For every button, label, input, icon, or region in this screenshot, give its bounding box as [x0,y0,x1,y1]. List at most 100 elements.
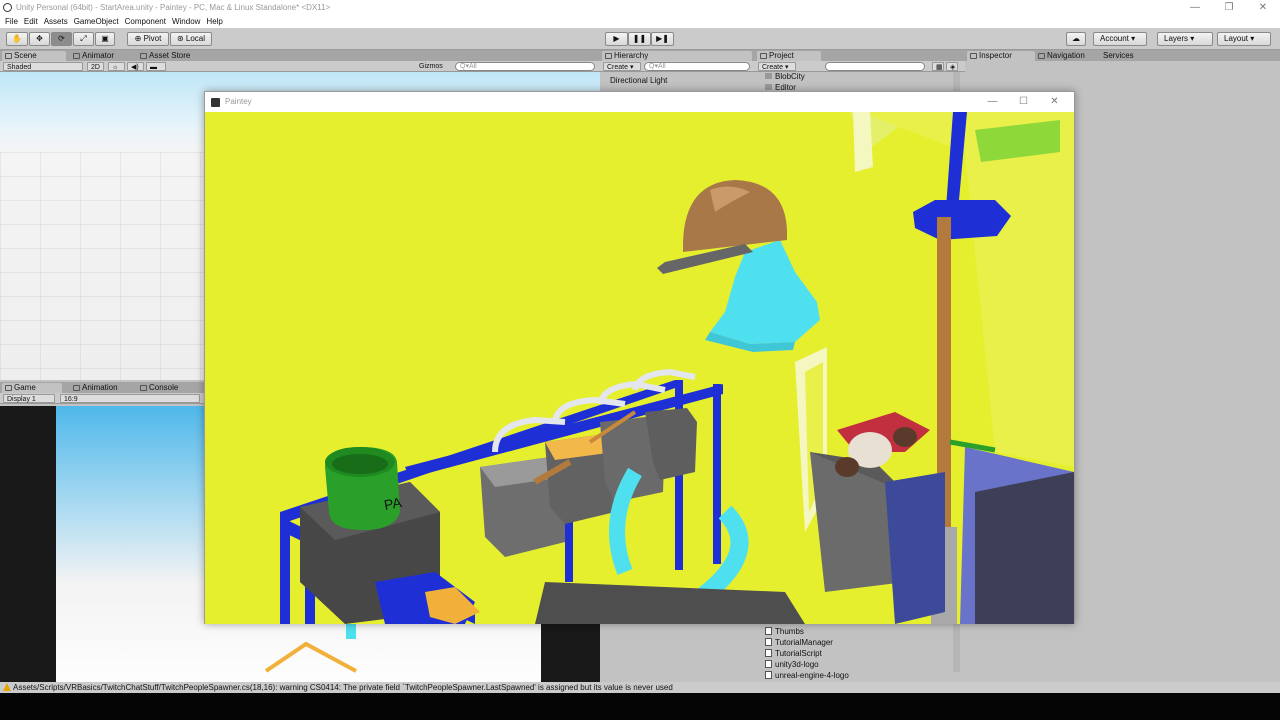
tab-asset-store[interactable]: Asset Store [137,51,207,61]
menu-window[interactable]: Window [171,15,205,28]
pivot-toggle[interactable]: ⊕ Pivot [127,32,169,46]
tab-console[interactable]: Console [137,383,197,393]
hand-icon: ✋ [12,34,22,43]
project-asset[interactable]: TutorialManager [765,638,833,647]
project-asset[interactable]: Thumbs [765,627,804,636]
player-viewport[interactable]: PA [205,112,1074,624]
animator-icon [73,53,80,59]
pause-button[interactable]: ❚❚ [628,32,651,46]
menu-bar: File Edit Assets GameObject Component Wi… [0,15,1280,28]
player-close-button[interactable]: ✕ [1039,92,1070,112]
window-title: Unity Personal (64bit) - StartArea.unity… [16,3,331,12]
image-icon: ▬ [150,64,157,71]
step-button[interactable]: ▶❚ [651,32,674,46]
can-label: PA [383,494,404,513]
maximize-button[interactable]: ❐ [1212,0,1246,15]
blue-disc [913,200,1011,240]
cloud-icon: ☁ [1072,34,1080,43]
filter-icon: ▦ [936,64,943,71]
2d-toggle[interactable]: 2D [87,62,104,71]
menu-component[interactable]: Component [124,15,171,28]
player-minimize-button[interactable]: — [977,92,1008,112]
effects-dropdown[interactable]: ▬ [146,62,166,71]
store-icon [140,53,147,59]
tab-services[interactable]: Services [1091,51,1151,61]
hierarchy-create-button[interactable]: Create ▾ [603,62,641,71]
display-dropdown[interactable]: Display 1 [3,394,55,403]
menu-file[interactable]: File [4,15,23,28]
filter-type-button[interactable]: ▦ [932,62,944,71]
project-asset[interactable]: unreal-engine-4-logo [765,671,849,680]
chevron-down-icon: ▾ [1131,34,1136,43]
hierarchy-icon [605,53,612,59]
close-button[interactable]: ✕ [1246,0,1280,15]
tab-inspector[interactable]: Inspector [967,51,1035,61]
tab-project[interactable]: Project [757,51,821,61]
tab-scene[interactable]: Scene [2,51,66,61]
pivot-icon: ⊕ [134,34,142,43]
collab-button[interactable]: ☁ [1066,32,1086,46]
file-icon [765,627,772,635]
texture-icon [765,660,772,668]
sun-icon: ☼ [112,64,119,71]
tab-animator[interactable]: Animator [70,51,134,61]
hierarchy-search-input[interactable]: Q▾All [644,62,750,71]
rotate-tool-button[interactable]: ⟳ [51,32,72,46]
prefab-icon [765,638,772,646]
pivot-label: Pivot [143,34,162,43]
hierarchy-item[interactable]: Directional Light [610,76,667,85]
folder-icon [765,84,772,90]
project-search-input[interactable] [825,62,925,71]
filter-label-button[interactable]: ◈ [946,62,958,71]
minimize-button[interactable]: — [1178,0,1212,15]
layout-dropdown[interactable]: Layout ▾ [1217,32,1271,46]
player-maximize-button[interactable]: ☐ [1008,92,1039,112]
project-folder[interactable]: BlobCity [765,72,805,81]
info-icon [970,53,977,59]
rect-tool-button[interactable]: ▣ [95,32,115,46]
aspect-dropdown[interactable]: 16:9 [60,394,200,403]
scale-tool-button[interactable]: ⤢ [73,32,94,46]
shading-mode-dropdown[interactable]: Shaded [3,62,83,71]
game-icon [5,385,12,391]
tab-hierarchy[interactable]: Hierarchy [602,51,752,61]
layers-dropdown[interactable]: Layers ▾ [1157,32,1213,46]
menu-help[interactable]: Help [205,15,227,28]
move-tool-button[interactable]: ✥ [29,32,50,46]
audio-toggle[interactable]: ◀) [127,62,144,71]
project-asset[interactable]: TutorialScript [765,649,822,658]
lighting-toggle[interactable]: ☼ [108,62,125,71]
layers-label: Layers [1164,34,1189,43]
local-toggle[interactable]: ⊛ Local [170,32,212,46]
rect-icon: ▣ [101,34,109,43]
project-create-button[interactable]: Create ▾ [758,62,796,71]
folder-icon [765,73,772,79]
warning-icon [3,683,11,691]
script-icon [765,649,772,657]
play-button[interactable]: ▶ [605,32,628,46]
tab-animation[interactable]: Animation [70,383,132,393]
vr-scene: PA [280,112,1074,624]
tab-game[interactable]: Game [2,383,62,393]
chevron-down-icon: ▾ [1250,34,1255,43]
layout-label: Layout [1224,34,1249,43]
account-label: Account [1100,34,1129,43]
status-message: Assets/Scripts/VRBasics/TwitchChatStuff/… [13,683,673,692]
player-title: Paintey [225,97,252,106]
console-status-bar[interactable]: Assets/Scripts/VRBasics/TwitchChatStuff/… [0,682,1280,693]
menu-gameobject[interactable]: GameObject [73,15,124,28]
menu-assets[interactable]: Assets [43,15,73,28]
texture-icon [765,671,772,679]
menu-edit[interactable]: Edit [23,15,43,28]
scene-icon [5,53,12,59]
hand-tool-button[interactable]: ✋ [6,32,28,46]
gizmos-dropdown[interactable]: Gizmos [416,62,450,71]
player-titlebar[interactable]: Paintey — ☐ ✕ [205,92,1074,112]
scene-search-input[interactable]: Q▾All [455,62,595,71]
local-label: Local [185,34,206,43]
console-icon [140,385,147,391]
project-asset[interactable]: unity3d-logo [765,660,819,669]
os-taskbar [0,693,1280,720]
account-dropdown[interactable]: Account ▾ [1093,32,1147,46]
player-window: Paintey — ☐ ✕ PA [204,91,1075,624]
